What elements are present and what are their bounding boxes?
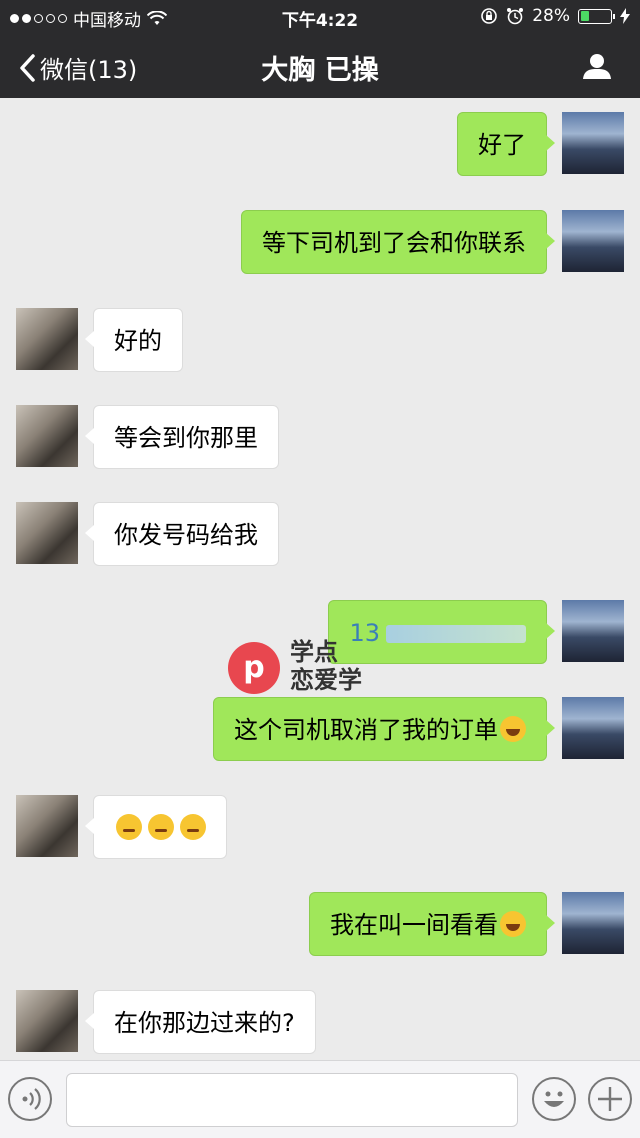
- smiley-icon: [544, 1091, 564, 1107]
- sent-bubble[interactable]: 这个司机取消了我的订单: [213, 697, 555, 761]
- status-icons: 28%: [480, 6, 630, 26]
- message-text: 等会到你那里: [114, 424, 258, 452]
- message-text: 在你那边过来的?: [114, 1009, 295, 1037]
- message-text: 好的: [114, 327, 162, 355]
- my-avatar[interactable]: [562, 112, 624, 174]
- voice-icon: [22, 1088, 41, 1110]
- charging-bolt-icon: [620, 8, 630, 24]
- input-bar: [0, 1060, 640, 1138]
- message-row: 等下司机到了会和你联系: [0, 210, 640, 276]
- contact-avatar[interactable]: [16, 795, 78, 857]
- orientation-lock-icon: [481, 8, 498, 24]
- alarm-icon: [507, 8, 524, 25]
- status-bar: 中国移动 下午4:22 28%: [0, 0, 640, 34]
- received-bubble[interactable]: 在你那边过来的?: [85, 990, 316, 1054]
- contact-avatar[interactable]: [16, 990, 78, 1052]
- message-row: 在你那边过来的?: [0, 990, 640, 1056]
- laugh-cry-emoji-icon: [500, 911, 526, 937]
- watermark-line2: 恋爱学: [290, 666, 362, 694]
- received-bubble[interactable]: 你发号码给我: [85, 502, 279, 566]
- person-icon: [583, 54, 611, 79]
- message-row: 你发号码给我: [0, 502, 640, 568]
- message-row: 等会到你那里: [0, 405, 640, 471]
- message-text: 等下司机到了会和你联系: [262, 229, 526, 257]
- voice-button[interactable]: [8, 1077, 52, 1121]
- nav-bar: 微信(13) 大胸 已操: [0, 34, 640, 98]
- sent-bubble[interactable]: 我在叫一间看看: [309, 892, 555, 956]
- message-input[interactable]: [66, 1073, 518, 1127]
- blurred-number: [386, 625, 526, 643]
- message-list[interactable]: 好了 等下司机到了会和你联系 好的 等会到你那里 你发号码给我 13 这个司机取…: [0, 98, 640, 1060]
- back-label: 微信(13): [40, 56, 138, 84]
- message-row: [0, 795, 640, 861]
- my-avatar[interactable]: [562, 600, 624, 662]
- message-row: 13: [0, 600, 640, 666]
- phone-number-link[interactable]: 13: [349, 619, 380, 647]
- laugh-cry-emoji-icon: [500, 716, 526, 742]
- message-text: 我在叫一间看看: [330, 911, 498, 939]
- chevron-left-icon: [20, 53, 35, 82]
- plus-icon: [598, 1087, 622, 1111]
- my-avatar[interactable]: [562, 892, 624, 954]
- battery-fill: [580, 11, 589, 21]
- sent-bubble[interactable]: 等下司机到了会和你联系: [241, 210, 555, 274]
- contact-avatar[interactable]: [16, 308, 78, 370]
- message-row: 好了: [0, 112, 640, 178]
- battery-percent: 28%: [532, 6, 570, 26]
- battery-icon: [578, 8, 615, 24]
- my-avatar[interactable]: [562, 210, 624, 272]
- thinking-emoji-icon: [116, 814, 142, 840]
- contact-avatar[interactable]: [16, 502, 78, 564]
- message-row: 好的: [0, 308, 640, 374]
- message-text: 你发号码给我: [114, 521, 258, 549]
- back-button[interactable]: 微信(13): [18, 50, 137, 85]
- sent-bubble[interactable]: 13: [328, 600, 555, 664]
- emoji-button[interactable]: [532, 1077, 576, 1121]
- more-button[interactable]: [588, 1077, 632, 1121]
- sent-bubble[interactable]: 好了: [457, 112, 555, 176]
- thinking-emoji-icon: [180, 814, 206, 840]
- received-bubble[interactable]: 好的: [85, 308, 183, 372]
- message-text: 好了: [478, 131, 526, 159]
- message-row: 这个司机取消了我的订单: [0, 697, 640, 763]
- received-bubble[interactable]: [85, 795, 227, 859]
- message-text: 这个司机取消了我的订单: [234, 716, 498, 744]
- thinking-emoji-icon: [148, 814, 174, 840]
- chat-info-button[interactable]: [582, 52, 612, 84]
- message-row: 我在叫一间看看: [0, 892, 640, 958]
- contact-avatar[interactable]: [16, 405, 78, 467]
- received-bubble[interactable]: 等会到你那里: [85, 405, 279, 469]
- my-avatar[interactable]: [562, 697, 624, 759]
